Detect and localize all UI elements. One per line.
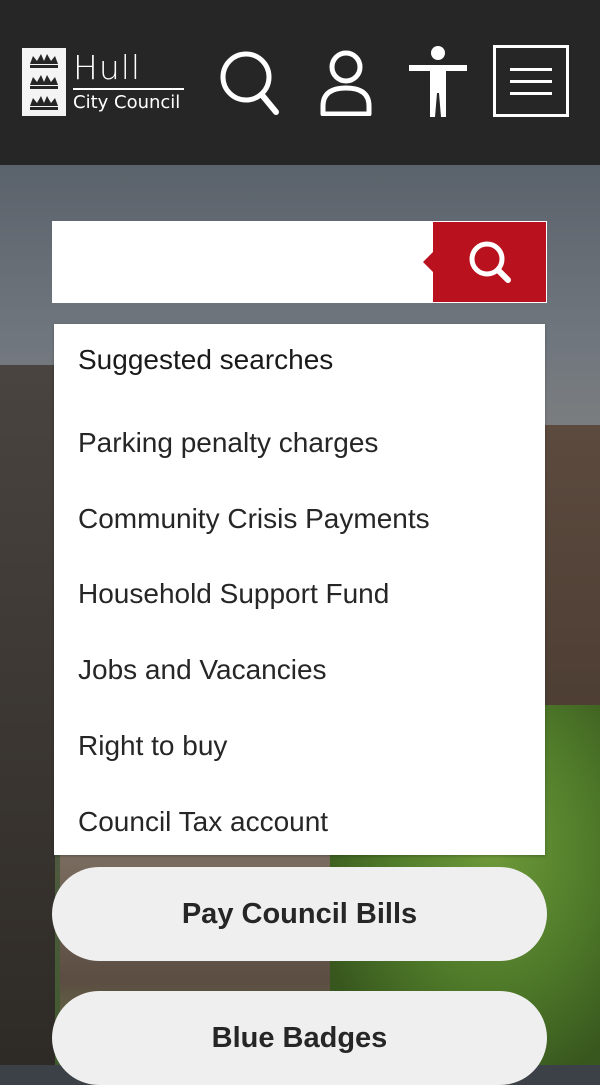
blue-badges-button[interactable]: Blue Badges	[52, 991, 547, 1085]
suggestion-item[interactable]: Jobs and Vacancies	[78, 652, 327, 688]
header-accessibility-button[interactable]	[400, 40, 476, 124]
suggested-searches-dropdown: Suggested searches Parking penalty charg…	[54, 324, 545, 855]
search-form	[52, 221, 547, 303]
logo-subtitle: City Council	[73, 92, 181, 113]
suggestion-item[interactable]: Community Crisis Payments	[78, 501, 430, 537]
menu-button[interactable]	[493, 45, 569, 117]
site-header: Hull City Council	[0, 0, 600, 165]
search-input[interactable]	[52, 221, 422, 303]
suggestion-item[interactable]: Household Support Fund	[78, 576, 389, 612]
suggested-searches-heading: Suggested searches	[78, 344, 334, 375]
hamburger-menu-icon-line	[510, 67, 552, 71]
user-icon	[320, 50, 372, 116]
search-icon	[469, 241, 511, 283]
suggestion-item[interactable]: Right to buy	[78, 728, 227, 764]
logo-title: Hull	[73, 48, 142, 87]
hamburger-menu-icon-line	[510, 91, 552, 95]
suggestion-item[interactable]: Parking penalty charges	[78, 425, 378, 461]
suggestion-item[interactable]: Council Tax account	[78, 804, 328, 840]
search-icon	[220, 51, 279, 115]
crest-icon	[22, 48, 66, 116]
pay-council-bills-button[interactable]: Pay Council Bills	[52, 867, 547, 961]
search-submit-button[interactable]	[423, 222, 546, 302]
accessibility-icon	[409, 46, 467, 117]
hull-city-council-logo[interactable]: Hull City Council	[22, 48, 187, 118]
hamburger-menu-icon-line	[510, 79, 552, 83]
header-account-button[interactable]	[310, 40, 382, 124]
logo-divider	[73, 88, 184, 90]
hero-building-left	[0, 365, 55, 1065]
header-search-button[interactable]	[214, 40, 286, 124]
